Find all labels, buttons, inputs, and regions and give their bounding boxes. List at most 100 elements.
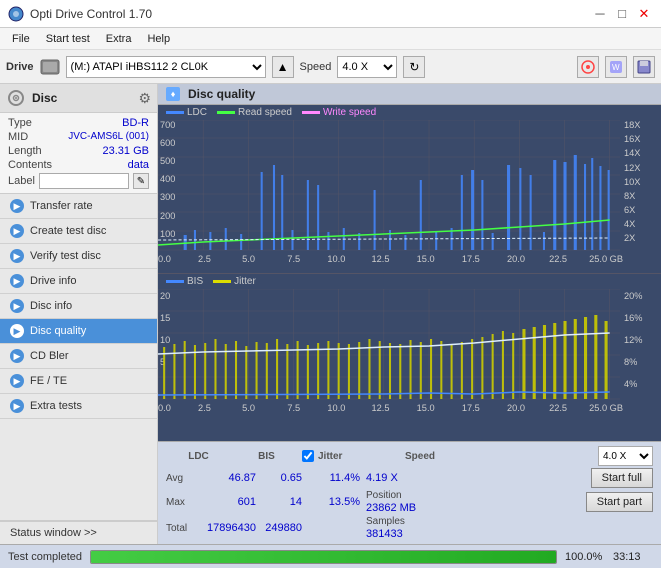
drive-toolbar: Drive (M:) ATAPI iHBS112 2 CL0K ▲ Speed … <box>0 50 661 84</box>
sidebar-item-verify-test-disc[interactable]: ▶ Verify test disc <box>0 244 157 269</box>
svg-text:12X: 12X <box>624 163 640 173</box>
create-test-icon: ▶ <box>10 224 24 238</box>
svg-text:12%: 12% <box>624 335 642 345</box>
stats-bar: LDC BIS Jitter Speed 4.0 X <box>158 441 661 544</box>
svg-text:20%: 20% <box>624 291 642 301</box>
main-area: Disc ⚙ Type BD-R MID JVC-AMS6L (001) Len… <box>0 84 661 544</box>
svg-text:22.5: 22.5 <box>549 403 567 413</box>
disc-settings-icon[interactable]: ⚙ <box>138 90 151 107</box>
total-label: Total <box>166 523 198 534</box>
speed-stats-select[interactable]: 4.0 X <box>598 446 653 466</box>
avg-speed: 4.19 X <box>366 472 416 484</box>
svg-text:16X: 16X <box>624 134 640 144</box>
drive-info-icon: ▶ <box>10 274 24 288</box>
bottom-legend: BIS Jitter <box>158 274 661 289</box>
disc-label-input[interactable] <box>39 173 129 189</box>
svg-text:2X: 2X <box>624 233 635 243</box>
mid-label: MID <box>8 131 28 143</box>
disc-quality-icon: ▶ <box>10 324 24 338</box>
svg-text:12.5: 12.5 <box>372 403 390 413</box>
svg-text:500: 500 <box>160 156 175 166</box>
maximize-button[interactable]: □ <box>613 5 631 23</box>
position-value: 23862 MB <box>366 502 416 514</box>
drive-label: Drive <box>6 61 34 73</box>
svg-text:20.0: 20.0 <box>507 254 525 264</box>
svg-text:4X: 4X <box>624 219 635 229</box>
app-icon <box>8 6 24 22</box>
sidebar-item-fe-te[interactable]: ▶ FE / TE <box>0 369 157 394</box>
svg-text:7.5: 7.5 <box>287 403 300 413</box>
menu-extra[interactable]: Extra <box>98 31 140 47</box>
svg-text:5.0: 5.0 <box>242 403 255 413</box>
status-window-label: Status window >> <box>10 527 97 539</box>
sidebar-item-transfer-rate[interactable]: ▶ Transfer rate <box>0 194 157 219</box>
speed-header: Speed <box>405 451 435 462</box>
menu-help[interactable]: Help <box>139 31 178 47</box>
svg-text:6X: 6X <box>624 205 635 215</box>
type-value: BD-R <box>122 117 149 129</box>
write-button[interactable]: W <box>605 56 627 78</box>
refresh-button[interactable]: ↻ <box>403 56 425 78</box>
svg-text:7.5: 7.5 <box>287 254 300 264</box>
sidebar-item-drive-info[interactable]: ▶ Drive info <box>0 269 157 294</box>
disc-label-label: Label <box>8 175 35 187</box>
sidebar-item-create-test-disc[interactable]: ▶ Create test disc <box>0 219 157 244</box>
progress-bar-container: Test completed 100.0% 33:13 <box>0 544 661 568</box>
legend-jitter-color <box>213 280 231 283</box>
svg-text:700: 700 <box>160 120 175 130</box>
max-ldc: 601 <box>204 496 256 508</box>
speed-select[interactable]: 4.0 X <box>337 56 397 78</box>
svg-text:10: 10 <box>160 335 170 345</box>
avg-jitter: 11.4% <box>308 472 360 484</box>
drive-select[interactable]: (M:) ATAPI iHBS112 2 CL0K <box>66 56 266 78</box>
top-chart-svg: 700 600 500 400 300 200 100 18X 16X 14X … <box>158 120 661 268</box>
disc-label-button[interactable]: ✎ <box>133 173 149 189</box>
length-label: Length <box>8 145 42 157</box>
sidebar-item-disc-info[interactable]: ▶ Disc info <box>0 294 157 319</box>
sidebar-item-extra-tests[interactable]: ▶ Extra tests <box>0 394 157 419</box>
sidebar-item-disc-quality[interactable]: ▶ Disc quality <box>0 319 157 344</box>
legend-write-color <box>302 111 320 114</box>
svg-text:0.0: 0.0 <box>158 403 171 413</box>
max-jitter: 13.5% <box>308 496 360 508</box>
max-bis: 14 <box>262 496 302 508</box>
type-label: Type <box>8 117 32 129</box>
length-value: 23.31 GB <box>103 145 149 157</box>
svg-text:17.5: 17.5 <box>462 403 480 413</box>
svg-text:5.0: 5.0 <box>242 254 255 264</box>
transfer-rate-icon: ▶ <box>10 199 24 213</box>
jitter-checkbox[interactable] <box>302 450 314 462</box>
menu-start-test[interactable]: Start test <box>38 31 98 47</box>
svg-text:22.5: 22.5 <box>549 254 567 264</box>
menu-file[interactable]: File <box>4 31 38 47</box>
start-full-button[interactable]: Start full <box>591 468 653 488</box>
disc-header: Disc ⚙ <box>0 84 157 113</box>
max-label: Max <box>166 497 198 508</box>
svg-text:20.0: 20.0 <box>507 403 525 413</box>
chart-header: ♦ Disc quality <box>158 84 661 105</box>
legend-read-color <box>217 111 235 114</box>
start-part-button[interactable]: Start part <box>586 492 653 512</box>
sidebar-item-cd-bler[interactable]: ▶ CD Bler <box>0 344 157 369</box>
minimize-button[interactable]: ─ <box>591 5 609 23</box>
eject-button[interactable]: ▲ <box>272 56 294 78</box>
window-controls: ─ □ ✕ <box>591 5 653 23</box>
svg-text:25.0 GB: 25.0 GB <box>589 254 623 264</box>
drive-icon <box>40 57 60 77</box>
svg-text:2.5: 2.5 <box>198 403 211 413</box>
svg-text:0.0: 0.0 <box>158 254 171 264</box>
svg-text:W: W <box>612 63 620 72</box>
save-button[interactable] <box>633 56 655 78</box>
legend-ldc-color <box>166 111 184 114</box>
contents-label: Contents <box>8 159 52 171</box>
close-button[interactable]: ✕ <box>635 5 653 23</box>
svg-text:10X: 10X <box>624 177 640 187</box>
speed-label: Speed <box>300 61 332 73</box>
avg-bis: 0.65 <box>262 472 302 484</box>
disc-button[interactable] <box>577 56 599 78</box>
bis-header: BIS <box>258 451 275 462</box>
svg-text:2.5: 2.5 <box>198 254 211 264</box>
cd-bler-icon: ▶ <box>10 349 24 363</box>
menubar: File Start test Extra Help <box>0 28 661 50</box>
contents-value: data <box>128 159 149 171</box>
